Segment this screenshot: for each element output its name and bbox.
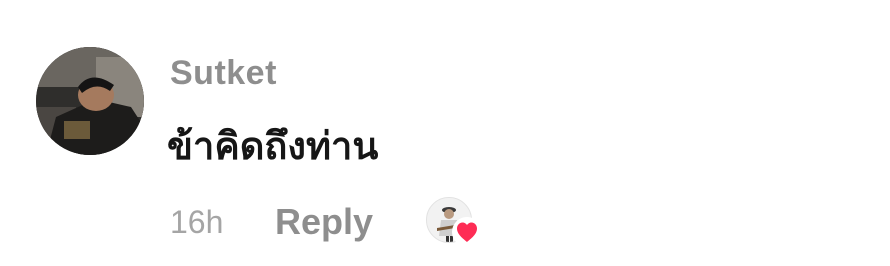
reply-button[interactable]: Reply bbox=[275, 200, 373, 244]
author-liked-indicator bbox=[426, 197, 484, 247]
comment-text: ข้าคิดถึงท่าน bbox=[167, 124, 379, 168]
heart-badge bbox=[452, 217, 482, 247]
avatar-photo-icon bbox=[36, 47, 144, 155]
comment-timestamp: 16h bbox=[170, 204, 224, 240]
comment-item: Sutket ข้าคิดถึงท่าน 16h Reply bbox=[0, 0, 890, 266]
heart-icon bbox=[457, 222, 477, 242]
user-avatar[interactable] bbox=[36, 47, 144, 155]
comment-username[interactable]: Sutket bbox=[170, 52, 277, 94]
